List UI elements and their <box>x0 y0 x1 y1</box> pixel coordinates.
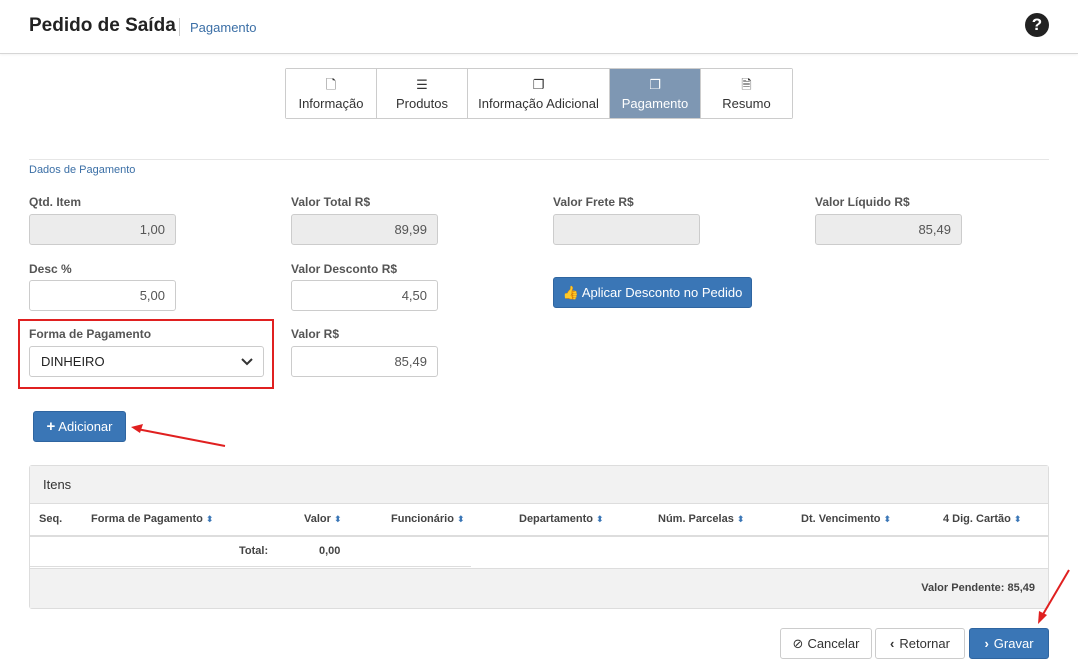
chevron-left-icon: ‹ <box>890 636 895 651</box>
forma-pagamento-select[interactable]: DINHEIRO <box>29 346 264 377</box>
step-label: Produtos <box>395 95 449 111</box>
cancelar-button[interactable]: ⊘ Cancelar <box>780 628 872 659</box>
gravar-button[interactable]: › Gravar <box>969 628 1049 659</box>
thumbs-up-icon: 👍 <box>562 284 579 300</box>
total-value: 0,00 <box>319 545 341 557</box>
page-title: Pedido de Saída <box>29 15 176 36</box>
list-icon: ☰ <box>416 76 428 92</box>
step-label: Resumo <box>722 95 771 111</box>
top-bar: Pedido de Saída Pagamento ? <box>0 0 1078 54</box>
col-valor[interactable]: Valor ⬍ <box>304 513 342 525</box>
table-header-line <box>30 535 1048 537</box>
valor-pendente: Valor Pendente: 85,49 <box>921 582 1035 594</box>
file-text-icon: 🗎 <box>741 76 752 92</box>
adicionar-button[interactable]: + Adicionar <box>33 411 126 442</box>
col-num-parcelas[interactable]: Núm. Parcelas ⬍ <box>658 513 744 525</box>
step-informacao[interactable]: 🗋 Informação <box>286 69 377 118</box>
sort-icon: ⬍ <box>333 514 342 524</box>
annotation-arrow-icon <box>131 424 226 447</box>
valor-frete-label: Valor Frete R$ <box>553 195 634 209</box>
title-separator <box>179 18 180 36</box>
valor-total-label: Valor Total R$ <box>291 195 371 209</box>
sort-icon: ⬍ <box>883 514 892 524</box>
chevron-down-icon <box>241 347 253 387</box>
qtd-item-label: Qtd. Item <box>29 195 82 209</box>
step-label: Informação Adicional <box>478 95 599 111</box>
total-label: Total: <box>239 545 269 557</box>
valor-liquido-field: 85,49 <box>815 214 962 245</box>
aplicar-desconto-button[interactable]: 👍 Aplicar Desconto no Pedido <box>553 277 752 308</box>
col-seq[interactable]: Seq. <box>39 513 62 525</box>
retornar-label: Retornar <box>899 636 950 651</box>
valor-label: Valor R$ <box>291 327 340 341</box>
step-label: Pagamento <box>621 95 689 111</box>
valor-desconto-input[interactable]: 4,50 <box>291 280 438 311</box>
valor-liquido-label: Valor Líquido R$ <box>815 195 910 209</box>
step-informacao-adicional[interactable]: ❐ Informação Adicional <box>468 69 610 118</box>
section-divider <box>29 159 1049 160</box>
itens-panel: Itens Seq. Forma de Pagamento ⬍ Valor ⬍ … <box>29 465 1049 609</box>
desc-pct-label: Desc % <box>29 262 72 276</box>
col-dt-vencimento[interactable]: Dt. Vencimento ⬍ <box>801 513 891 525</box>
sort-icon: ⬍ <box>457 514 465 524</box>
page-subtitle: Pagamento <box>190 20 257 35</box>
step-pagamento[interactable]: ❐ Pagamento <box>610 69 701 118</box>
plus-icon: + <box>46 418 56 435</box>
desc-pct-input[interactable]: 5,00 <box>29 280 176 311</box>
question-circle-icon[interactable]: ? <box>1025 13 1049 37</box>
col-4-dig-cartao[interactable]: 4 Dig. Cartão ⬍ <box>943 513 1021 525</box>
sort-icon: ⬍ <box>736 514 745 524</box>
section-title: Dados de Pagamento <box>29 164 136 176</box>
valor-frete-field <box>553 214 700 245</box>
gravar-label: Gravar <box>993 636 1034 651</box>
sort-icon: ⬍ <box>205 514 214 524</box>
step-resumo[interactable]: 🗎 Resumo <box>701 69 792 118</box>
qtd-item-field: 1,00 <box>29 214 176 245</box>
valor-total-field: 89,99 <box>291 214 438 245</box>
valor-input[interactable]: 85,49 <box>291 346 438 377</box>
ban-icon: ⊘ <box>792 635 804 651</box>
sort-icon: ⬍ <box>1013 514 1022 524</box>
step-produtos[interactable]: ☰ Produtos <box>377 69 468 118</box>
sort-icon: ⬍ <box>596 514 604 524</box>
itens-footer: Valor Pendente: 85,49 <box>30 568 1048 608</box>
cancelar-label: Cancelar <box>807 636 860 651</box>
file-icon: 🗋 <box>325 76 337 92</box>
adicionar-label: Adicionar <box>58 419 113 434</box>
itens-title: Itens <box>30 466 1048 504</box>
chevron-right-icon: › <box>984 636 989 651</box>
step-label: Informação <box>298 95 364 111</box>
aplicar-desconto-label: Aplicar Desconto no Pedido <box>581 285 743 300</box>
col-departamento[interactable]: Departamento ⬍ <box>519 513 604 525</box>
copy-icon: ❐ <box>532 76 545 92</box>
col-funcionario[interactable]: Funcionário ⬍ <box>391 513 465 525</box>
forma-pagamento-value: DINHEIRO <box>41 354 105 369</box>
forma-pagamento-label: Forma de Pagamento <box>29 327 152 341</box>
copy-icon: ❐ <box>649 76 661 92</box>
wizard-steps: 🗋 Informação ☰ Produtos ❐ Informação Adi… <box>285 68 793 119</box>
retornar-button[interactable]: ‹ Retornar <box>875 628 965 659</box>
valor-desconto-label: Valor Desconto R$ <box>291 262 398 276</box>
total-line <box>30 566 471 567</box>
col-forma-pagamento[interactable]: Forma de Pagamento ⬍ <box>91 513 213 525</box>
